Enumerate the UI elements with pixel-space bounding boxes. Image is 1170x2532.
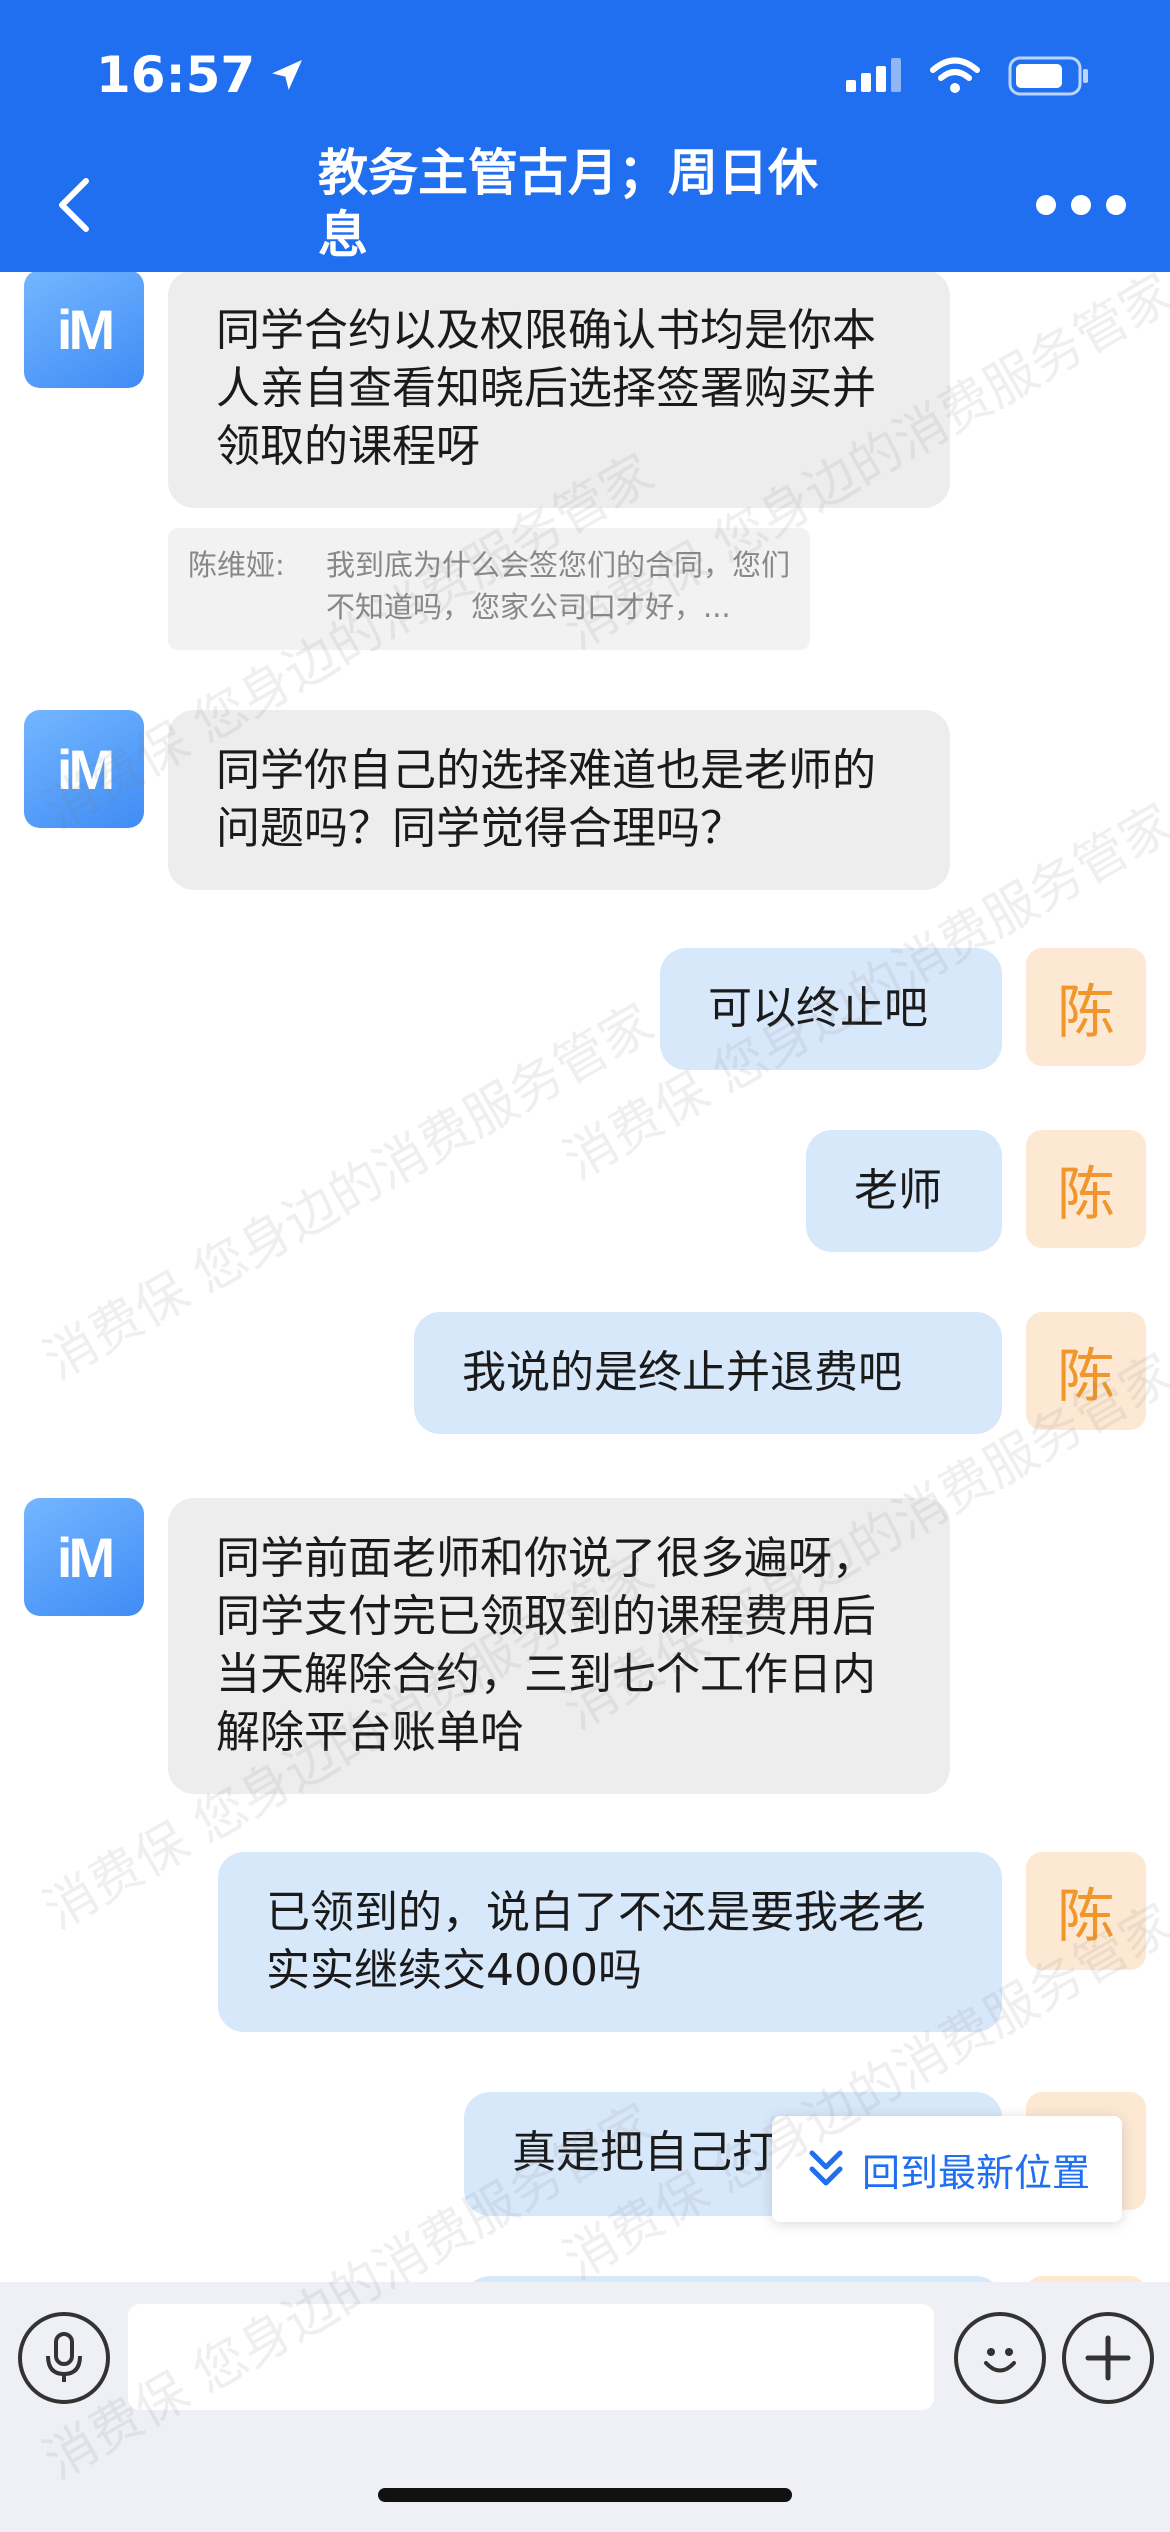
back-chevron-icon [59, 178, 89, 232]
more-actions-button[interactable] [1062, 2312, 1154, 2404]
more-dots-icon [1036, 195, 1056, 215]
signal-icon [846, 58, 901, 92]
emoji-icon [984, 2348, 1016, 2373]
agent-avatar[interactable]: iM [24, 1498, 144, 1616]
status-time-text: 16:57 [96, 46, 256, 104]
status-icons [846, 56, 1090, 96]
quoted-sender: 陈维娅: [188, 548, 285, 582]
more-button[interactable] [1036, 190, 1126, 220]
message-bubble-outgoing[interactable]: 老师 [806, 1130, 1002, 1252]
message-bubble-incoming[interactable]: 同学你自己的选择难道也是老师的问题吗？同学觉得合理吗？ [168, 710, 950, 890]
chevron-double-down-icon [809, 2150, 843, 2186]
voice-button[interactable] [18, 2312, 110, 2404]
user-avatar[interactable]: 陈 [1026, 948, 1146, 1066]
back-button[interactable] [44, 170, 104, 240]
plus-icon [1085, 2335, 1131, 2381]
message-bubble-outgoing[interactable]: 我说的是终止并退费吧 [414, 1312, 1002, 1434]
message-bubble-incoming[interactable]: 同学前面老师和你说了很多遍呀，同学支付完已领取到的课程费用后当天解除合约，三到七… [168, 1498, 950, 1794]
message-bubble-outgoing[interactable]: 已领到的，说白了不还是要我老老实实继续交4000吗 [218, 1852, 1002, 2032]
wifi-icon [930, 57, 980, 93]
user-avatar[interactable]: 陈 [1026, 1852, 1146, 1970]
user-avatar[interactable]: 陈 [1026, 1312, 1146, 1430]
jump-to-latest-button[interactable]: 回到最新位置 [772, 2116, 1122, 2222]
chat-header: 16:57 教务主管古月；周日休息 [0, 0, 1170, 272]
message-list[interactable]: iM 同学合约以及权限确认书均是你本人亲自查看知晓后选择签署购买并领取的课程呀 … [0, 272, 1170, 2282]
input-bar [0, 2282, 1170, 2532]
jump-to-latest-label: 回到最新位置 [861, 2150, 1090, 2195]
emoji-button[interactable] [954, 2312, 1046, 2404]
home-indicator [378, 2488, 792, 2502]
battery-icon [1008, 56, 1088, 96]
microphone-icon [46, 2332, 82, 2382]
chat-title: 教务主管古月；周日休息 [318, 144, 818, 264]
quoted-message[interactable]: 陈维娅: 我到底为什么会签您们的合同，您们不知道吗，您家公司口才好，... [168, 528, 810, 650]
agent-avatar[interactable]: iM [24, 272, 144, 388]
message-bubble-outgoing[interactable]: 可以终止吧 [660, 948, 1002, 1070]
message-input[interactable] [128, 2304, 934, 2410]
agent-avatar[interactable]: iM [24, 710, 144, 828]
user-avatar[interactable]: 陈 [1026, 1130, 1146, 1248]
quoted-text: 我到底为什么会签您们的合同，您们不知道吗，您家公司口才好，... [326, 548, 791, 624]
status-time: 16:57 [96, 46, 307, 104]
location-arrow-icon [272, 60, 303, 90]
message-bubble-incoming[interactable]: 同学合约以及权限确认书均是你本人亲自查看知晓后选择签署购买并领取的课程呀 [168, 272, 950, 508]
